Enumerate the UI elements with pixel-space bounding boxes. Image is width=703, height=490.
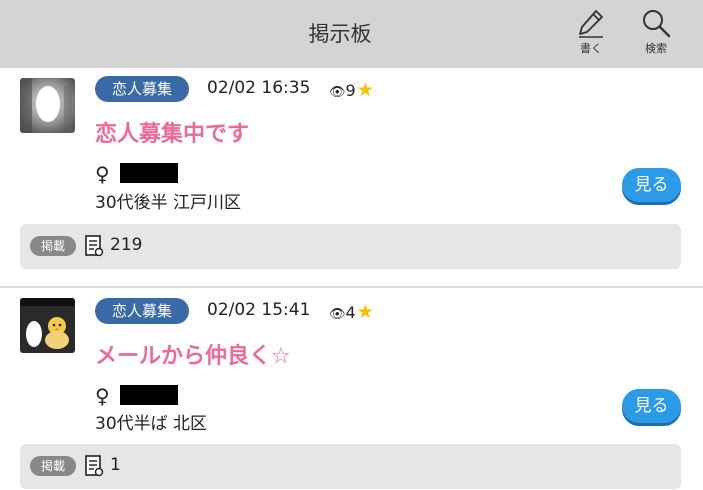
post-card[interactable]: 恋人募集 02/02 16:35 👁9★ 恋人募集中です ♀ 30代後半 江戸川…: [0, 68, 703, 286]
search-button-label: 検索: [645, 42, 667, 55]
avatar[interactable]: [20, 298, 75, 353]
view-count: 👁9★: [329, 79, 374, 101]
post-card[interactable]: 恋人募集 02/02 15:41 👁4★ メールから仲良く☆ ♀ 30代半ば 北…: [0, 288, 703, 490]
redacted-name: [120, 385, 178, 405]
stats-bar: 掲載 219: [20, 224, 681, 269]
posted-count: 1: [110, 455, 121, 475]
gender-symbol: ♀: [95, 162, 110, 186]
posted-badge: 掲載: [30, 236, 76, 256]
magnifier-icon: [643, 10, 671, 38]
post-datetime: 02/02 16:35: [207, 78, 311, 98]
star-icon: ★: [356, 301, 374, 323]
view-button[interactable]: 見る: [622, 389, 681, 423]
view-count-value: 4: [345, 303, 356, 322]
eye-icon: 👁: [329, 85, 346, 100]
post-datetime: 02/02 15:41: [207, 300, 311, 320]
write-button-label: 書く: [580, 42, 602, 55]
profile-info: 30代半ば 北区: [95, 414, 208, 434]
pencil-icon: [579, 10, 603, 38]
view-button[interactable]: 見る: [622, 168, 681, 202]
gender-symbol: ♀: [95, 384, 110, 408]
search-button[interactable]: 検索: [632, 8, 680, 62]
category-badge: 恋人募集: [95, 76, 189, 102]
document-icon: [85, 455, 104, 477]
stats-bar: 掲載 1: [20, 444, 681, 489]
eye-icon: 👁: [329, 307, 346, 322]
document-icon: [85, 235, 104, 257]
posted-badge: 掲載: [30, 456, 76, 476]
avatar[interactable]: [20, 78, 75, 133]
post-title[interactable]: メールから仲良く☆: [95, 338, 291, 370]
redacted-name: [120, 163, 178, 183]
profile-info: 30代後半 江戸川区: [95, 193, 242, 213]
view-count-value: 9: [345, 81, 356, 100]
app-header: 掲示板 書く 検索: [0, 0, 703, 68]
star-icon: ★: [356, 79, 374, 101]
category-badge: 恋人募集: [95, 298, 189, 324]
posted-count: 219: [110, 235, 143, 255]
write-button[interactable]: 書く: [567, 8, 615, 62]
post-title[interactable]: 恋人募集中です: [95, 116, 249, 148]
view-count: 👁4★: [329, 301, 374, 323]
